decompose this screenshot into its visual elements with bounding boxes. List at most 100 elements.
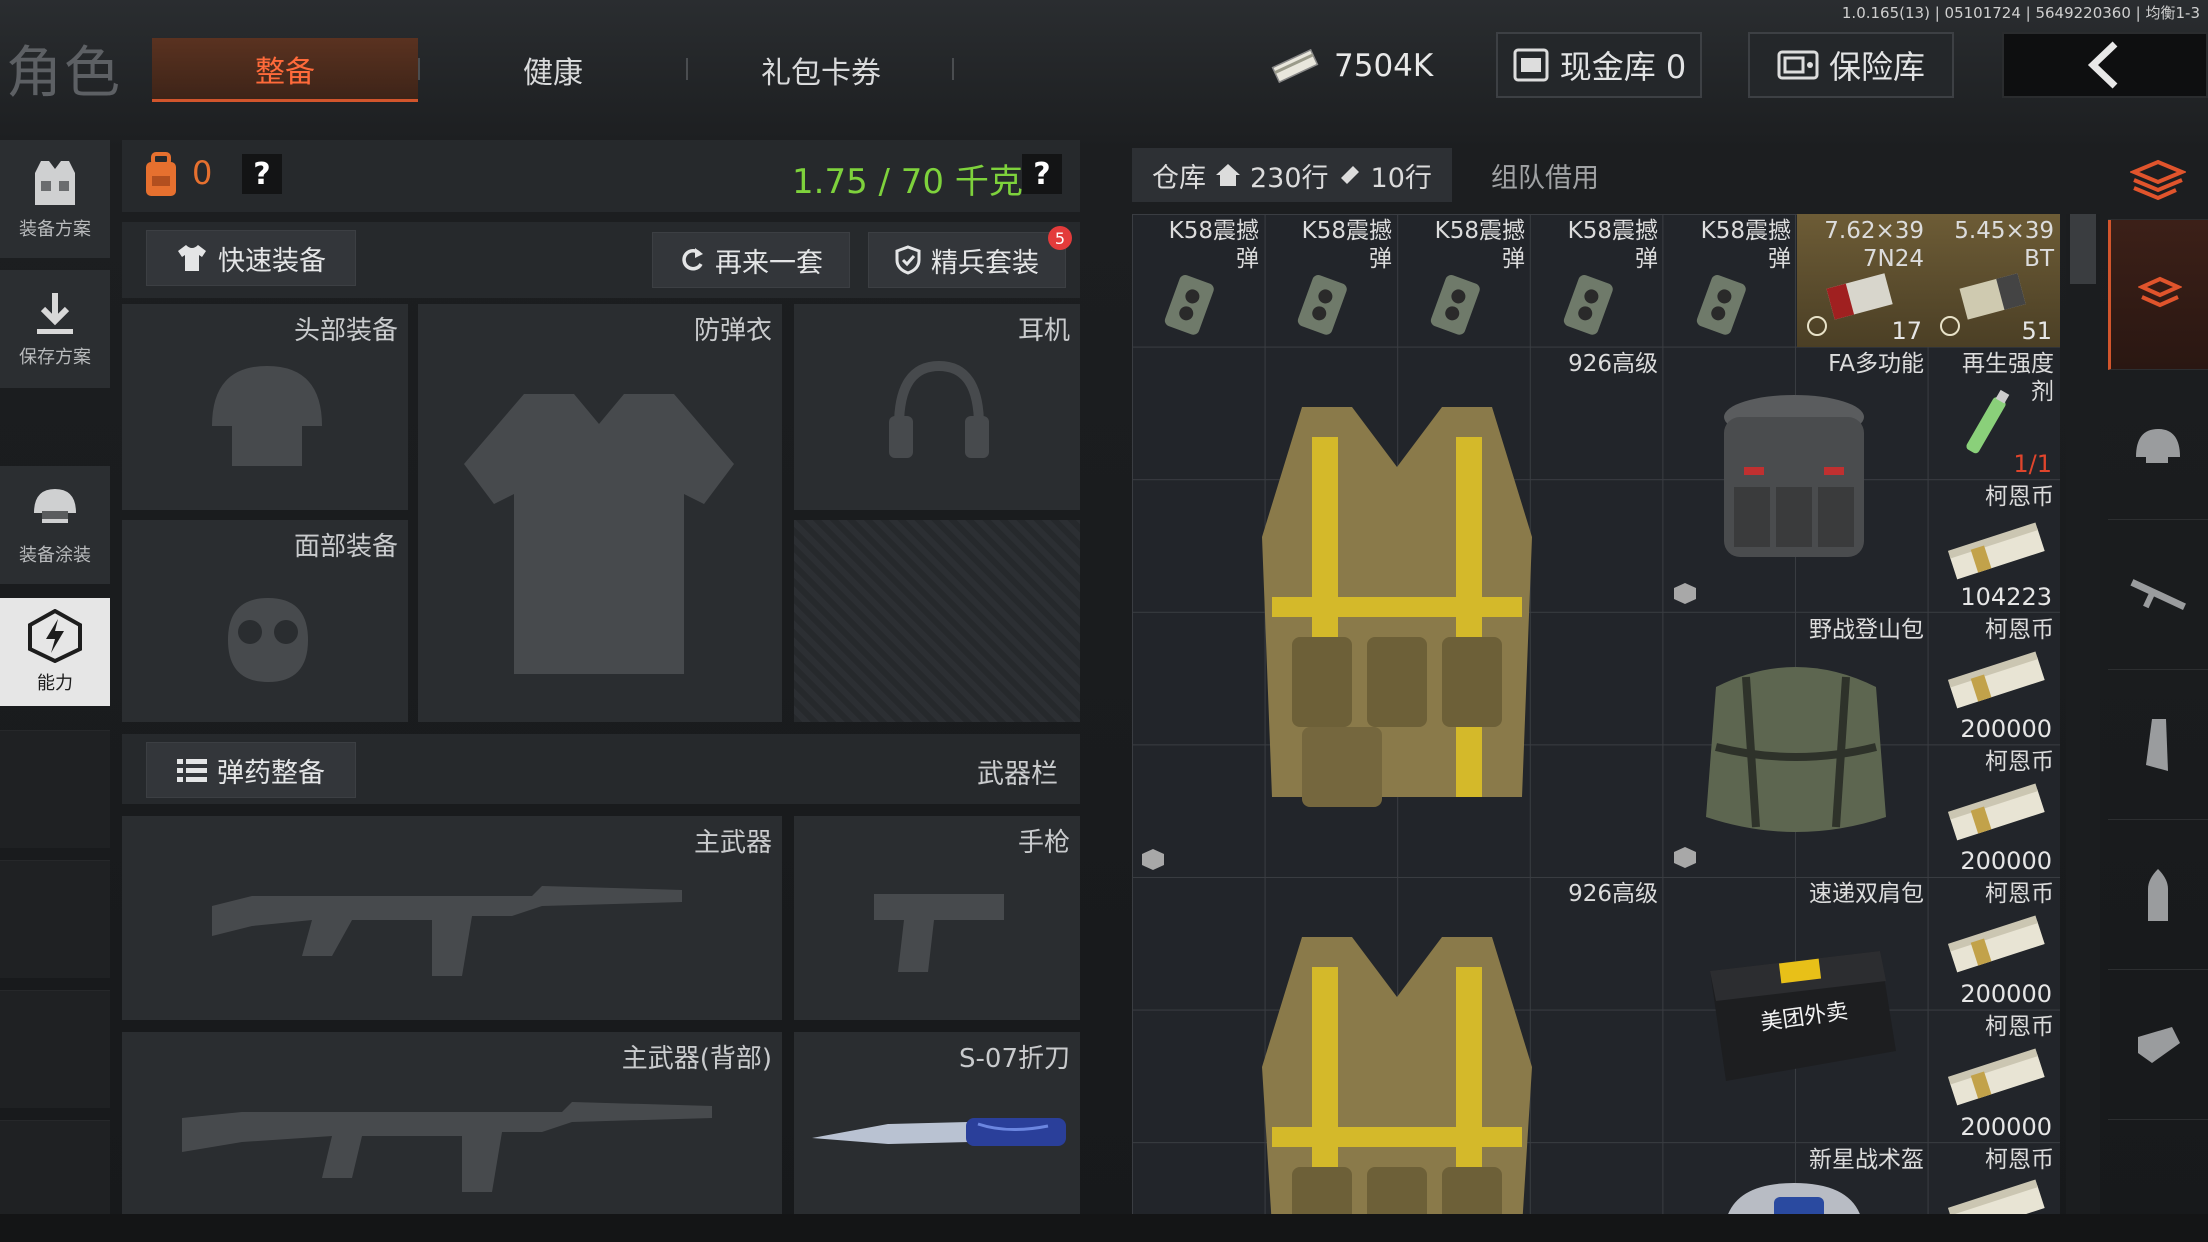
- home-icon: [1216, 164, 1240, 186]
- category-ammo[interactable]: [2108, 820, 2208, 970]
- weight-help-button[interactable]: ?: [1022, 154, 1062, 194]
- vest-item[interactable]: 926高级: [1132, 347, 1664, 877]
- coin-item[interactable]: 柯恩币 200000: [1930, 1010, 2060, 1143]
- magazine-icon: [2146, 718, 2168, 771]
- grenade-item[interactable]: K58震撼弹: [1132, 214, 1265, 347]
- grenade-icon: [1164, 275, 1214, 335]
- money-display: 7504K: [1270, 36, 1450, 96]
- nav-equipment-skin[interactable]: 装备涂装: [0, 466, 110, 584]
- knife-icon: [812, 1118, 1066, 1146]
- ammo-item[interactable]: 7.62×39 7N24 17: [1797, 214, 1930, 347]
- safe-box-label: 保险库: [1828, 48, 1925, 86]
- grenade-item[interactable]: K58震撼弹: [1398, 214, 1531, 347]
- knife-slot[interactable]: S-07折刀: [794, 1032, 1080, 1214]
- warehouse-tab[interactable]: 仓库 230行 10行: [1132, 148, 1452, 202]
- scrollbar-thumb[interactable]: [2070, 214, 2096, 284]
- cash-icon: [1271, 48, 1319, 84]
- rifle-icon: [2130, 578, 2186, 610]
- headset-silhouette-icon: [889, 360, 989, 458]
- bottom-strip: [0, 1214, 2208, 1242]
- cash-vault-button[interactable]: 现金库 0: [1496, 32, 1702, 98]
- warehouse-extra-rows: 10行: [1370, 162, 1432, 194]
- head-slot[interactable]: 头部装备: [122, 304, 408, 510]
- backpack-item[interactable]: FA多功能: [1664, 347, 1930, 613]
- another-set-button[interactable]: 再来一套: [652, 232, 850, 288]
- item-count: 104223: [1960, 583, 2052, 611]
- nav-ability[interactable]: 能力: [0, 598, 110, 706]
- backpack-item[interactable]: 野战登山包: [1664, 613, 1930, 877]
- backpack-count: 0: [192, 154, 213, 192]
- download-icon: [37, 293, 73, 334]
- ammo-prepare-button[interactable]: 弹药整备: [146, 742, 356, 798]
- item-count: 200000: [1960, 980, 2052, 1008]
- pistol-slot[interactable]: 手枪: [794, 816, 1080, 1020]
- armor-slot[interactable]: 防弹衣: [418, 304, 782, 722]
- item-name: 926高级: [1568, 351, 1658, 377]
- knife-label: S-07折刀: [959, 1044, 1070, 1074]
- ammo-item[interactable]: 5.45×39 BT 51: [1930, 214, 2060, 347]
- safe-box-button[interactable]: 保险库: [1748, 32, 1954, 98]
- item-name: 速递双肩包: [1809, 881, 1924, 907]
- slot-label: 主武器: [693, 828, 772, 858]
- tactical-helmet-icon: [1728, 1183, 1860, 1214]
- backpack-icon: [146, 152, 176, 196]
- nav-equipment-plan[interactable]: 装备方案: [0, 140, 110, 258]
- grenade-item[interactable]: K58震撼弹: [1664, 214, 1797, 347]
- nav-label: 保存方案: [19, 347, 91, 368]
- category-helmet[interactable]: [2108, 370, 2208, 520]
- tab-divider: [952, 58, 954, 80]
- stack-icon: [2137, 276, 2182, 307]
- grenade-item[interactable]: K58震撼弹: [1531, 214, 1664, 347]
- banknote-stack-icon: [1947, 1179, 2045, 1214]
- armor-silhouette-icon: [464, 394, 734, 674]
- weight-display: 1.75 / 70 千克: [792, 162, 1023, 202]
- nav-empty-slot: [0, 1120, 110, 1214]
- elite-set-badge: 5: [1048, 226, 1072, 250]
- coin-item[interactable]: 柯恩币 200000: [1930, 877, 2060, 1010]
- headset-slot[interactable]: 耳机: [794, 304, 1080, 510]
- grenade-item[interactable]: K58震撼弹: [1265, 214, 1398, 347]
- tab-gift-cards[interactable]: 礼包卡券: [688, 38, 954, 102]
- item-name: 柯恩币: [1985, 617, 2054, 643]
- slot-label: 主武器(背部): [621, 1044, 772, 1074]
- primary-weapon-slot[interactable]: 主武器: [122, 816, 782, 1020]
- tab-health[interactable]: 健康: [420, 38, 686, 102]
- quick-equip-button[interactable]: 快速装备: [146, 230, 356, 286]
- face-slot[interactable]: 面部装备: [122, 520, 408, 722]
- vest-item[interactable]: 926高级: [1132, 877, 1664, 1214]
- slot-label: 防弹衣: [693, 316, 772, 346]
- nav-save-plan[interactable]: 保存方案: [0, 270, 110, 388]
- coin-item[interactable]: 柯恩币 200000: [1930, 613, 2060, 745]
- helmet-item[interactable]: 新星战术盔: [1664, 1143, 1930, 1214]
- ticket-icon: [1340, 166, 1359, 184]
- back-button[interactable]: [2002, 32, 2208, 98]
- ability-icon: [28, 609, 82, 663]
- item-name: 柯恩币: [1985, 1147, 2054, 1173]
- coin-item[interactable]: 柯恩币: [1930, 1143, 2060, 1214]
- category-equipment[interactable]: [2108, 220, 2208, 370]
- elite-set-button[interactable]: 精兵套装: [868, 232, 1066, 288]
- weapon-bar-label: 武器栏: [977, 759, 1058, 790]
- list-icon: [177, 759, 207, 782]
- primary-weapon-back-slot[interactable]: 主武器(背部): [122, 1032, 782, 1214]
- category-magazine[interactable]: [2108, 670, 2208, 820]
- coin-item[interactable]: 柯恩币 200000: [1930, 745, 2060, 877]
- banknote-stack-icon: [1947, 915, 2045, 973]
- shield-icon: [895, 245, 921, 275]
- category-all[interactable]: [2108, 140, 2208, 220]
- slot-label: 头部装备: [293, 316, 398, 346]
- warehouse-scrollbar[interactable]: [2066, 214, 2100, 1214]
- backpack-item[interactable]: 速递双肩包 美团外卖: [1664, 877, 1930, 1143]
- team-borrow-tab[interactable]: 组队借用: [1460, 148, 1630, 202]
- item-name: K58震撼弹: [1567, 218, 1658, 272]
- coin-item[interactable]: 柯恩币 104223: [1930, 480, 2060, 613]
- money-value: 7504K: [1334, 48, 1434, 84]
- category-accessory[interactable]: [2108, 970, 2208, 1120]
- warehouse-grid: K58震撼弹 K58震撼弹 K58震撼弹 K58震撼弹 K58震撼弹 7.62×…: [1132, 214, 2060, 1214]
- rifle-silhouette-icon: [182, 1102, 712, 1192]
- category-weapon[interactable]: [2108, 520, 2208, 670]
- tab-prepare[interactable]: 整备: [152, 38, 418, 102]
- medicine-item[interactable]: 再生强度剂 1/1: [1930, 347, 2060, 480]
- currency-icon: [1807, 316, 1827, 336]
- help-button[interactable]: ?: [242, 154, 282, 194]
